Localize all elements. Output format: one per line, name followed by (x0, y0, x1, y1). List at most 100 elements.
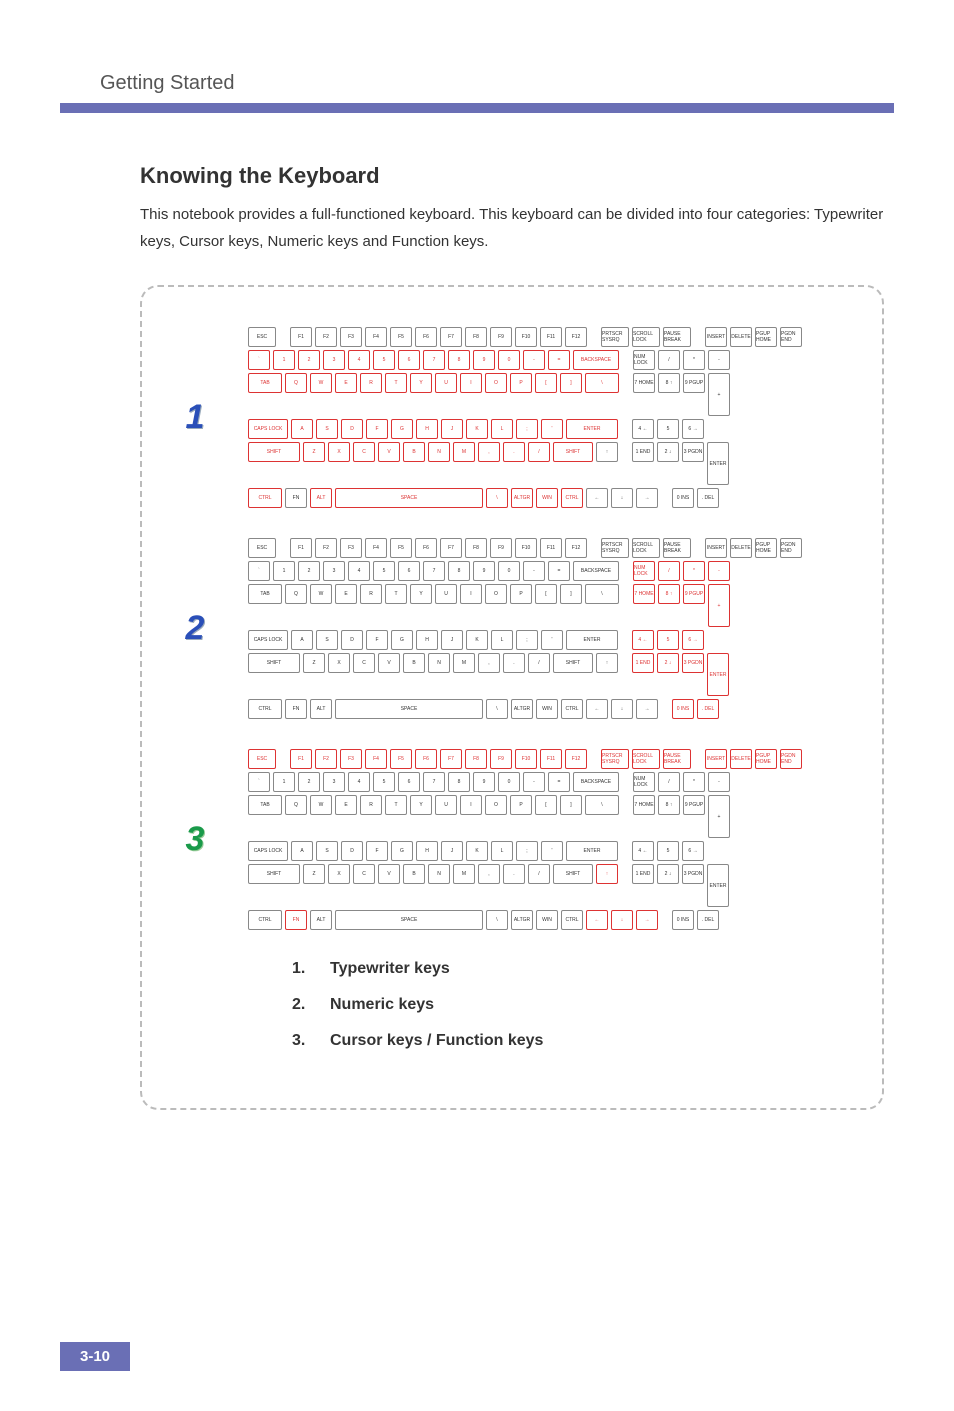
key: F (366, 841, 388, 861)
diagram-number: 1 (172, 398, 218, 437)
key: + (708, 795, 730, 838)
key: F2 (315, 327, 337, 347)
key: CTRL (561, 910, 583, 930)
key: J (441, 630, 463, 650)
key: U (435, 584, 457, 604)
key: 2 ↓ (657, 442, 679, 462)
keyboard-row: 1ESCF1F2F3F4F5F6F7F8F9F10F11F12PRTSCR SY… (172, 327, 852, 508)
key: T (385, 584, 407, 604)
key: 8 (448, 561, 470, 581)
key: S (316, 419, 338, 439)
key: 5 (657, 630, 679, 650)
key: ` (248, 350, 270, 370)
key: = (548, 561, 570, 581)
key: F4 (365, 538, 387, 558)
key: - (523, 561, 545, 581)
key: * (683, 350, 705, 370)
key: F11 (540, 749, 562, 769)
key: T (385, 373, 407, 393)
key: D (341, 419, 363, 439)
key: ' (541, 630, 563, 650)
key: 0 INS (672, 488, 694, 508)
key: ↓ (611, 488, 633, 508)
key: \ (486, 699, 508, 719)
key: BACKSPACE (573, 350, 619, 370)
key: CAPS LOCK (248, 630, 288, 650)
key: Y (410, 584, 432, 604)
key: SPACE (335, 699, 483, 719)
key: 6 → (682, 841, 704, 861)
key: . DEL (697, 488, 719, 508)
key: P (510, 584, 532, 604)
key: FN (285, 488, 307, 508)
key: V (378, 864, 400, 884)
key: SHIFT (553, 864, 593, 884)
key: A (291, 630, 313, 650)
key: ↓ (611, 910, 633, 930)
key: WIN (536, 910, 558, 930)
key: L (491, 419, 513, 439)
key: PGDN END (780, 538, 802, 558)
key: D (341, 630, 363, 650)
key: F1 (290, 538, 312, 558)
key: PAUSE BREAK (663, 327, 691, 347)
key: / (528, 864, 550, 884)
key: F7 (440, 327, 462, 347)
key: X (328, 864, 350, 884)
key: F1 (290, 749, 312, 769)
key: D (341, 841, 363, 861)
key: ALTGR (511, 699, 533, 719)
key: 3 (323, 772, 345, 792)
key: * (683, 772, 705, 792)
key: F2 (315, 538, 337, 558)
key: F9 (490, 538, 512, 558)
key: Q (285, 795, 307, 815)
key: N (428, 653, 450, 673)
key: S (316, 841, 338, 861)
key: 5 (373, 772, 395, 792)
key: R (360, 795, 382, 815)
key: E (335, 795, 357, 815)
key: = (548, 350, 570, 370)
key: + (708, 373, 730, 416)
keyboard-row: 2ESCF1F2F3F4F5F6F7F8F9F10F11F12PRTSCR SY… (172, 538, 852, 719)
key: 9 PGUP (683, 373, 705, 393)
key: NUM LOCK (633, 772, 655, 792)
key: L (491, 630, 513, 650)
key: - (708, 561, 730, 581)
key: X (328, 653, 350, 673)
key: NUM LOCK (633, 561, 655, 581)
key: H (416, 630, 438, 650)
key: ; (516, 841, 538, 861)
key: → (636, 910, 658, 930)
key: F4 (365, 327, 387, 347)
key: 2 (298, 350, 320, 370)
legend-label: Typewriter keys (330, 960, 450, 978)
key: 8 ↑ (658, 584, 680, 604)
key: F10 (515, 538, 537, 558)
keyboard-diagram: ESCF1F2F3F4F5F6F7F8F9F10F11F12PRTSCR SYS… (248, 749, 852, 930)
key: NUM LOCK (633, 350, 655, 370)
key: INSERT (705, 327, 727, 347)
key: A (291, 419, 313, 439)
key: SCROLL LOCK (632, 327, 660, 347)
key: F6 (415, 538, 437, 558)
key: 4 ← (632, 841, 654, 861)
key: F3 (340, 749, 362, 769)
key: F8 (465, 538, 487, 558)
key: 1 END (632, 442, 654, 462)
key: F (366, 419, 388, 439)
key: PAUSE BREAK (663, 538, 691, 558)
diagram-number: 2 (172, 609, 218, 648)
key: TAB (248, 795, 282, 815)
key: F10 (515, 327, 537, 347)
key: ← (586, 699, 608, 719)
key: 5 (373, 561, 395, 581)
key: U (435, 795, 457, 815)
key: / (528, 653, 550, 673)
diagram-number: 3 (172, 820, 218, 859)
key: + (708, 584, 730, 627)
key: 7 HOME (633, 795, 655, 815)
key: ALTGR (511, 910, 533, 930)
key: , (478, 442, 500, 462)
